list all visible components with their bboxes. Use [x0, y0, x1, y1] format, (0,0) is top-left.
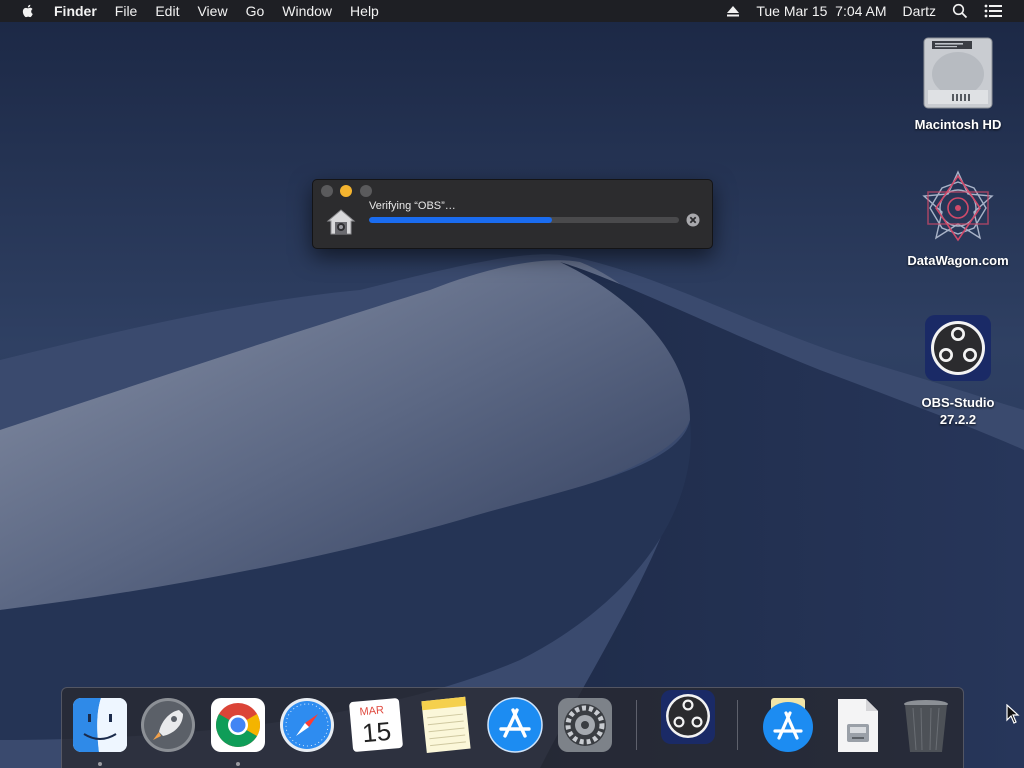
downloads-stack-icon: [763, 698, 813, 752]
desktop-icon-label: OBS-Studio: [921, 395, 995, 410]
verify-progress-fill: [369, 217, 552, 223]
dock-item-safari[interactable]: [278, 696, 336, 754]
disk-image-icon: [838, 699, 878, 752]
menu-view[interactable]: View: [197, 3, 227, 19]
menu-help[interactable]: Help: [350, 3, 379, 19]
desktop-icon-datawagon[interactable]: DataWagon.com: [903, 168, 1013, 269]
dock-item-finder[interactable]: [71, 696, 129, 754]
spotlight-search-icon[interactable]: [952, 3, 968, 19]
dock-item-chrome[interactable]: [209, 696, 267, 754]
apple-logo-icon[interactable]: [20, 3, 36, 19]
launchpad-rocket-icon: [141, 698, 195, 752]
desktop-icon-macintosh-hd[interactable]: Macintosh HD: [903, 32, 1013, 133]
dock-item-trash[interactable]: [897, 696, 955, 754]
calendar-icon: MAR 15: [349, 698, 403, 752]
menu-go[interactable]: Go: [246, 3, 265, 19]
dock-separator: [636, 700, 637, 750]
mouse-pointer-icon: [1006, 704, 1020, 724]
desktop-icon-obs-studio[interactable]: OBS-Studio 27.2.2: [903, 310, 1013, 428]
clock[interactable]: Tue Mar 15 7:04 AM: [756, 3, 886, 19]
notification-center-icon[interactable]: [984, 4, 1002, 18]
safari-compass-icon: [280, 698, 334, 752]
running-indicator: [98, 762, 102, 766]
desktop-icon-label: DataWagon.com: [907, 253, 1009, 268]
user-menu[interactable]: Dartz: [903, 3, 936, 19]
dock: MAR 15: [61, 687, 964, 768]
menu-bar: Finder File Edit View Go Window Help Tue…: [0, 0, 1024, 22]
dock-item-notes[interactable]: [416, 696, 474, 754]
dock-item-downloads[interactable]: [759, 696, 817, 754]
notes-icon: [421, 696, 471, 754]
verify-message: Verifying “OBS”…: [369, 200, 456, 212]
dock-item-launchpad[interactable]: [139, 696, 197, 754]
menu-edit[interactable]: Edit: [155, 3, 179, 19]
stop-circle-icon[interactable]: [686, 213, 700, 227]
obs-icon: [925, 315, 991, 381]
gear-icon: [558, 698, 612, 752]
menu-bar-extras: Tue Mar 15 7:04 AM Dartz: [726, 0, 1024, 22]
verify-progress-bar: [369, 217, 679, 223]
eject-icon[interactable]: [726, 5, 740, 17]
app-store-icon: [487, 697, 543, 753]
running-indicator: [236, 762, 240, 766]
menu-window[interactable]: Window: [282, 3, 332, 19]
hard-drive-icon: [923, 37, 993, 109]
desktop-wallpaper: [0, 0, 1024, 768]
chrome-icon: [211, 698, 265, 752]
menu-app-finder[interactable]: Finder: [54, 3, 97, 19]
mandala-drive-icon: [922, 170, 994, 242]
calendar-day: 15: [361, 716, 392, 748]
obs-icon: [661, 690, 715, 744]
window-minimize-button[interactable]: [340, 185, 352, 197]
window-close-button[interactable]: [321, 185, 333, 197]
window-zoom-button[interactable]: [360, 185, 372, 197]
dock-item-obs[interactable]: [659, 688, 717, 746]
gatekeeper-house-icon: [326, 209, 356, 235]
desktop-icon-label: Macintosh HD: [914, 117, 1002, 132]
dock-item-app-store[interactable]: [486, 696, 544, 754]
trash-icon: [904, 700, 948, 752]
desktop-icon-label-version: 27.2.2: [939, 412, 977, 427]
dock-separator: [737, 700, 738, 750]
dock-item-document[interactable]: [828, 696, 886, 754]
menu-file[interactable]: File: [115, 3, 138, 19]
verify-dialog: Verifying “OBS”…: [312, 179, 713, 249]
dock-item-calendar[interactable]: MAR 15: [347, 696, 405, 754]
finder-icon: [73, 698, 127, 752]
dock-item-system-preferences[interactable]: [556, 696, 614, 754]
